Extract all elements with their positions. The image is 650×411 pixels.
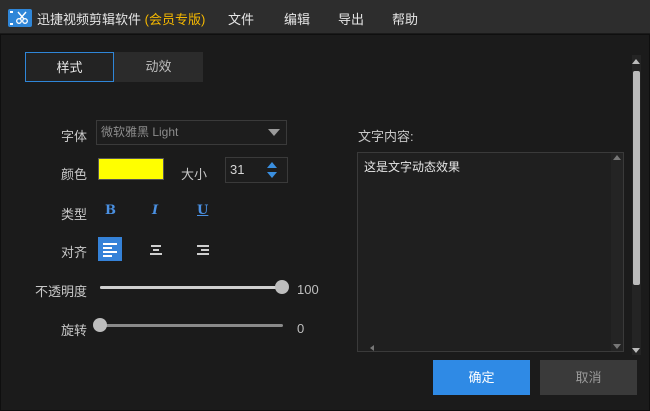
- tab-style[interactable]: 样式: [25, 52, 114, 82]
- rotation-label: 旋转: [61, 323, 88, 338]
- opacity-slider-handle[interactable]: [275, 280, 289, 294]
- font-label: 字体: [61, 129, 88, 144]
- menu-file[interactable]: 文件: [228, 9, 254, 28]
- text-content-value: 这是文字动态效果: [364, 160, 461, 174]
- app-name: 迅捷视频剪辑软件: [37, 12, 142, 27]
- align-center-button[interactable]: [144, 237, 168, 261]
- scroll-up-icon[interactable]: [613, 155, 621, 160]
- opacity-value: 100: [297, 282, 319, 297]
- text-style-panel: 样式 动效 字体 微软雅黑 Light 颜色 大小 31 类型 B I U 对齐…: [0, 34, 650, 411]
- size-label: 大小: [181, 167, 208, 182]
- decrement-arrow-icon[interactable]: [267, 172, 277, 178]
- text-content-input[interactable]: 这是文字动态效果: [357, 152, 624, 352]
- rotation-slider-handle[interactable]: [93, 318, 107, 332]
- underline-button[interactable]: U: [197, 203, 208, 218]
- align-left-button[interactable]: [98, 237, 122, 261]
- size-stepper[interactable]: 31: [225, 157, 288, 183]
- app-title: 迅捷视频剪辑软件 (会员专版): [37, 9, 205, 28]
- text-area-scrollbar[interactable]: [611, 153, 623, 351]
- text-content-label: 文字内容:: [358, 129, 414, 144]
- menu-help[interactable]: 帮助: [392, 9, 418, 28]
- scroll-up-icon[interactable]: [632, 59, 640, 64]
- rotation-value: 0: [297, 321, 305, 336]
- panel-scrollbar[interactable]: [632, 55, 641, 355]
- opacity-slider-fill: [100, 286, 283, 289]
- size-value: 31: [230, 162, 245, 177]
- scroll-down-icon[interactable]: [613, 344, 621, 349]
- opacity-label: 不透明度: [35, 284, 88, 299]
- color-swatch[interactable]: [98, 158, 164, 180]
- italic-button[interactable]: I: [152, 203, 158, 218]
- scissors-film-icon: [8, 9, 32, 27]
- font-select[interactable]: 微软雅黑 Light: [96, 120, 287, 145]
- align-label: 对齐: [61, 245, 88, 260]
- menu-edit[interactable]: 编辑: [284, 9, 310, 28]
- tab-animation[interactable]: 动效: [114, 52, 203, 82]
- font-select-value: 微软雅黑 Light: [101, 125, 179, 139]
- scrollbar-thumb[interactable]: [633, 71, 640, 285]
- color-label: 颜色: [61, 167, 88, 182]
- increment-arrow-icon[interactable]: [267, 162, 277, 168]
- cancel-button[interactable]: 取消: [540, 360, 637, 395]
- edition-badge: (会员专版): [144, 12, 206, 27]
- rotation-slider-track[interactable]: [100, 324, 283, 327]
- scroll-down-icon[interactable]: [632, 348, 640, 353]
- type-label: 类型: [61, 207, 88, 222]
- title-bar: 迅捷视频剪辑软件 (会员专版) 文件 编辑 导出 帮助: [0, 0, 650, 34]
- chevron-down-icon: [268, 129, 280, 136]
- bold-button[interactable]: B: [105, 203, 116, 218]
- scroll-left-icon[interactable]: [370, 345, 374, 351]
- menu-export[interactable]: 导出: [338, 9, 364, 28]
- align-right-button[interactable]: [190, 237, 214, 261]
- confirm-button[interactable]: 确定: [433, 360, 530, 395]
